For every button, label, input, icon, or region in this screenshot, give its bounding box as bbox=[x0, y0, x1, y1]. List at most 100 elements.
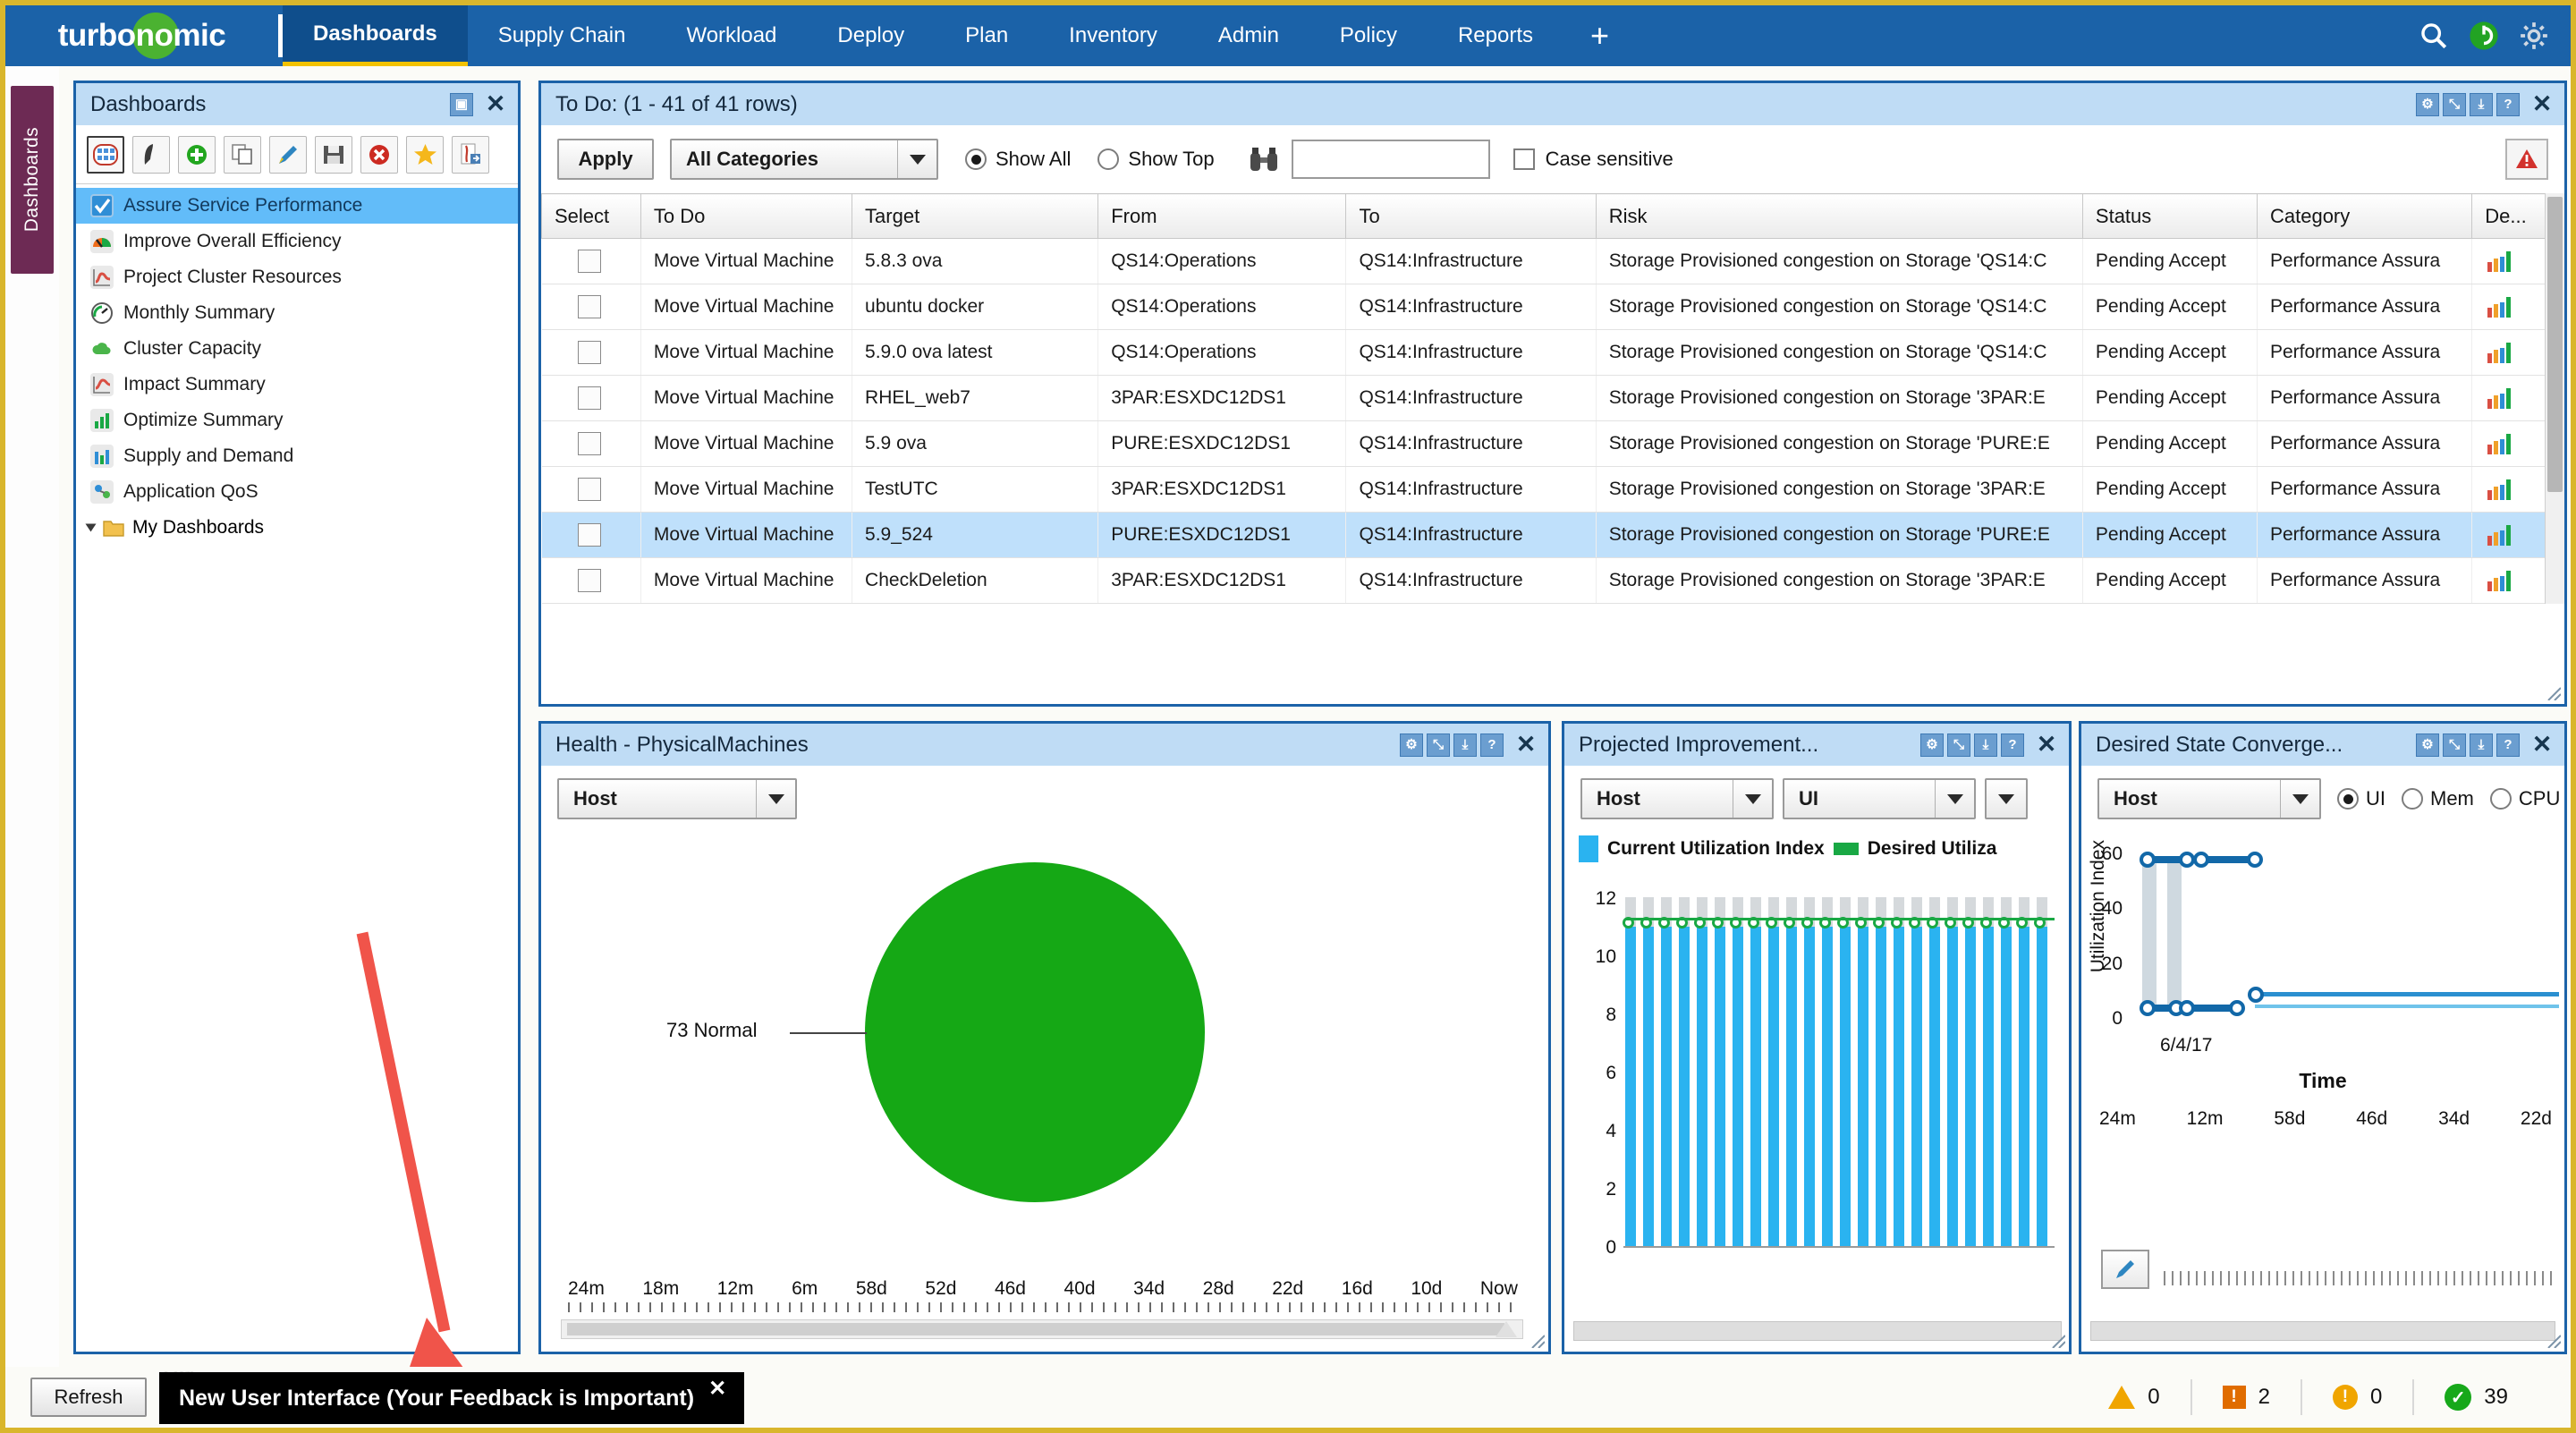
row-checkbox[interactable] bbox=[578, 569, 601, 592]
brand-logo[interactable]: turbonomic bbox=[5, 5, 278, 66]
bar[interactable] bbox=[1983, 927, 1994, 1247]
save-icon[interactable] bbox=[315, 136, 352, 174]
show-top-radio-button[interactable] bbox=[1097, 148, 1119, 170]
bar[interactable] bbox=[1911, 927, 1922, 1247]
help-icon[interactable]: ? bbox=[1480, 733, 1504, 757]
scroll-thumb[interactable] bbox=[567, 1323, 1504, 1335]
resize-handle-icon[interactable] bbox=[2541, 1328, 2561, 1348]
dashboard-grid-icon[interactable] bbox=[87, 136, 124, 174]
copy-icon[interactable] bbox=[224, 136, 261, 174]
download-icon[interactable]: ⤓ bbox=[1974, 733, 1997, 757]
col-target[interactable]: Target bbox=[852, 194, 1098, 239]
close-icon[interactable]: ✕ bbox=[2529, 91, 2555, 118]
close-icon[interactable]: ✕ bbox=[708, 1376, 726, 1402]
row-select-cell[interactable] bbox=[542, 376, 641, 421]
bar[interactable] bbox=[1679, 927, 1690, 1247]
col-status[interactable]: Status bbox=[2082, 194, 2257, 239]
series-node[interactable] bbox=[2140, 852, 2156, 868]
case-sensitive-checkbox[interactable] bbox=[1513, 148, 1535, 170]
bar[interactable] bbox=[1625, 927, 1636, 1247]
table-row[interactable]: Move Virtual Machineubuntu dockerQS14:Op… bbox=[542, 284, 2564, 330]
row-select-cell[interactable] bbox=[542, 284, 641, 330]
desired-radio-mem[interactable]: Mem bbox=[2402, 787, 2474, 810]
refresh-button[interactable]: Refresh bbox=[30, 1378, 147, 1417]
settings-gear-icon[interactable]: ⚙ bbox=[1400, 733, 1423, 757]
resize-handle-icon[interactable] bbox=[1525, 1328, 1545, 1348]
sidebar-item-improve-overall-efficiency[interactable]: Improve Overall Efficiency bbox=[76, 224, 518, 259]
settings-gear-icon[interactable]: ⚙ bbox=[1920, 733, 1944, 757]
table-row[interactable]: Move Virtual MachineRHEL_web73PAR:ESXDC1… bbox=[542, 376, 2564, 421]
radio-ui-button[interactable] bbox=[2337, 788, 2359, 810]
rail-tab-dashboards[interactable]: Dashboards bbox=[11, 86, 54, 274]
chart-bars-icon[interactable] bbox=[2485, 432, 2515, 455]
nav-tab-admin[interactable]: Admin bbox=[1188, 5, 1309, 66]
series-node[interactable] bbox=[2248, 987, 2264, 1003]
chevron-down-icon[interactable] bbox=[897, 140, 936, 178]
sidebar-item-impact-summary[interactable]: Impact Summary bbox=[76, 367, 518, 403]
chevron-down-icon[interactable] bbox=[1733, 780, 1772, 818]
table-row[interactable]: Move Virtual MachineCheckDeletion3PAR:ES… bbox=[542, 558, 2564, 604]
row-checkbox[interactable] bbox=[578, 341, 601, 364]
chevron-down-icon[interactable] bbox=[2280, 780, 2319, 818]
download-icon[interactable]: ⤓ bbox=[2470, 733, 2493, 757]
category-select[interactable]: All Categories bbox=[670, 139, 938, 180]
chevron-down-icon[interactable] bbox=[1935, 780, 1974, 818]
projected-scope-select[interactable]: Host bbox=[1580, 778, 1774, 819]
table-row[interactable]: Move Virtual Machine5.9_524PURE:ESXDC12D… bbox=[542, 513, 2564, 558]
resize-handle-icon[interactable] bbox=[2046, 1328, 2065, 1348]
series-node[interactable] bbox=[2140, 1000, 2156, 1016]
health-pie-chart[interactable] bbox=[865, 862, 1205, 1202]
download-icon[interactable]: ⤓ bbox=[2470, 93, 2493, 116]
table-row[interactable]: Move Virtual Machine5.9.0 ova latestQS14… bbox=[542, 330, 2564, 376]
user-avatar-icon[interactable] bbox=[2469, 21, 2499, 51]
close-icon[interactable]: ✕ bbox=[482, 91, 509, 118]
nav-tab-policy[interactable]: Policy bbox=[1309, 5, 1428, 66]
nav-tab-reports[interactable]: Reports bbox=[1428, 5, 1563, 66]
show-top-radio[interactable]: Show Top bbox=[1097, 148, 1214, 171]
bar[interactable] bbox=[1858, 927, 1868, 1247]
binoculars-icon[interactable] bbox=[1249, 146, 1279, 173]
bar[interactable] bbox=[1733, 927, 1743, 1247]
chevron-down-icon[interactable] bbox=[756, 780, 795, 818]
scroll-thumb[interactable] bbox=[2547, 197, 2563, 492]
table-row[interactable]: Move Virtual MachineTestUTC3PAR:ESXDC12D… bbox=[542, 467, 2564, 513]
bar[interactable] bbox=[1750, 927, 1761, 1247]
chevron-down-icon[interactable] bbox=[1998, 794, 2014, 804]
bar[interactable] bbox=[1822, 927, 1833, 1247]
chart-bars-icon[interactable] bbox=[2485, 386, 2515, 410]
sidebar-item-assure-service-performance[interactable]: Assure Service Performance bbox=[76, 188, 518, 224]
chart-bars-icon[interactable] bbox=[2485, 478, 2515, 501]
bar[interactable] bbox=[1661, 927, 1672, 1247]
close-icon[interactable]: ✕ bbox=[2529, 732, 2555, 759]
col-select[interactable]: Select bbox=[542, 194, 641, 239]
row-select-cell[interactable] bbox=[542, 467, 641, 513]
gear-icon[interactable] bbox=[2519, 21, 2549, 51]
sidebar-item-supply-and-demand[interactable]: Supply and Demand bbox=[76, 438, 518, 474]
nav-tab-plan[interactable]: Plan bbox=[935, 5, 1038, 66]
bar[interactable] bbox=[1643, 927, 1654, 1247]
help-icon[interactable]: ? bbox=[2001, 733, 2024, 757]
edit-pencil-button[interactable] bbox=[2101, 1250, 2149, 1289]
close-icon[interactable]: ✕ bbox=[2033, 732, 2060, 759]
settings-gear-icon[interactable]: ⚙ bbox=[2416, 733, 2439, 757]
bar[interactable] bbox=[1697, 927, 1707, 1247]
table-row[interactable]: Move Virtual Machine5.9 ovaPURE:ESXDC12D… bbox=[542, 421, 2564, 467]
bar[interactable] bbox=[2037, 927, 2047, 1247]
sidebar-folder-my-dashboards[interactable]: My Dashboards bbox=[76, 510, 518, 546]
row-select-cell[interactable] bbox=[542, 330, 641, 376]
col-to[interactable]: To bbox=[1346, 194, 1596, 239]
search-input[interactable] bbox=[1292, 140, 1490, 179]
col-risk[interactable]: Risk bbox=[1596, 194, 2082, 239]
projected-bar-chart[interactable]: 024681012 bbox=[1577, 890, 2062, 1284]
add-icon[interactable] bbox=[178, 136, 216, 174]
health-horizontal-scrollbar[interactable] bbox=[561, 1319, 1523, 1339]
sidebar-item-monthly-summary[interactable]: Monthly Summary bbox=[76, 295, 518, 331]
status-warning[interactable]: 0 bbox=[2078, 1385, 2190, 1410]
desired-horizontal-scrollbar[interactable] bbox=[2090, 1321, 2555, 1341]
desired-radio-cpu[interactable]: CPU bbox=[2490, 787, 2560, 810]
row-checkbox[interactable] bbox=[578, 295, 601, 318]
bar[interactable] bbox=[1715, 927, 1725, 1247]
row-select-cell[interactable] bbox=[542, 239, 641, 284]
row-checkbox[interactable] bbox=[578, 478, 601, 501]
chart-bars-icon[interactable] bbox=[2485, 341, 2515, 364]
